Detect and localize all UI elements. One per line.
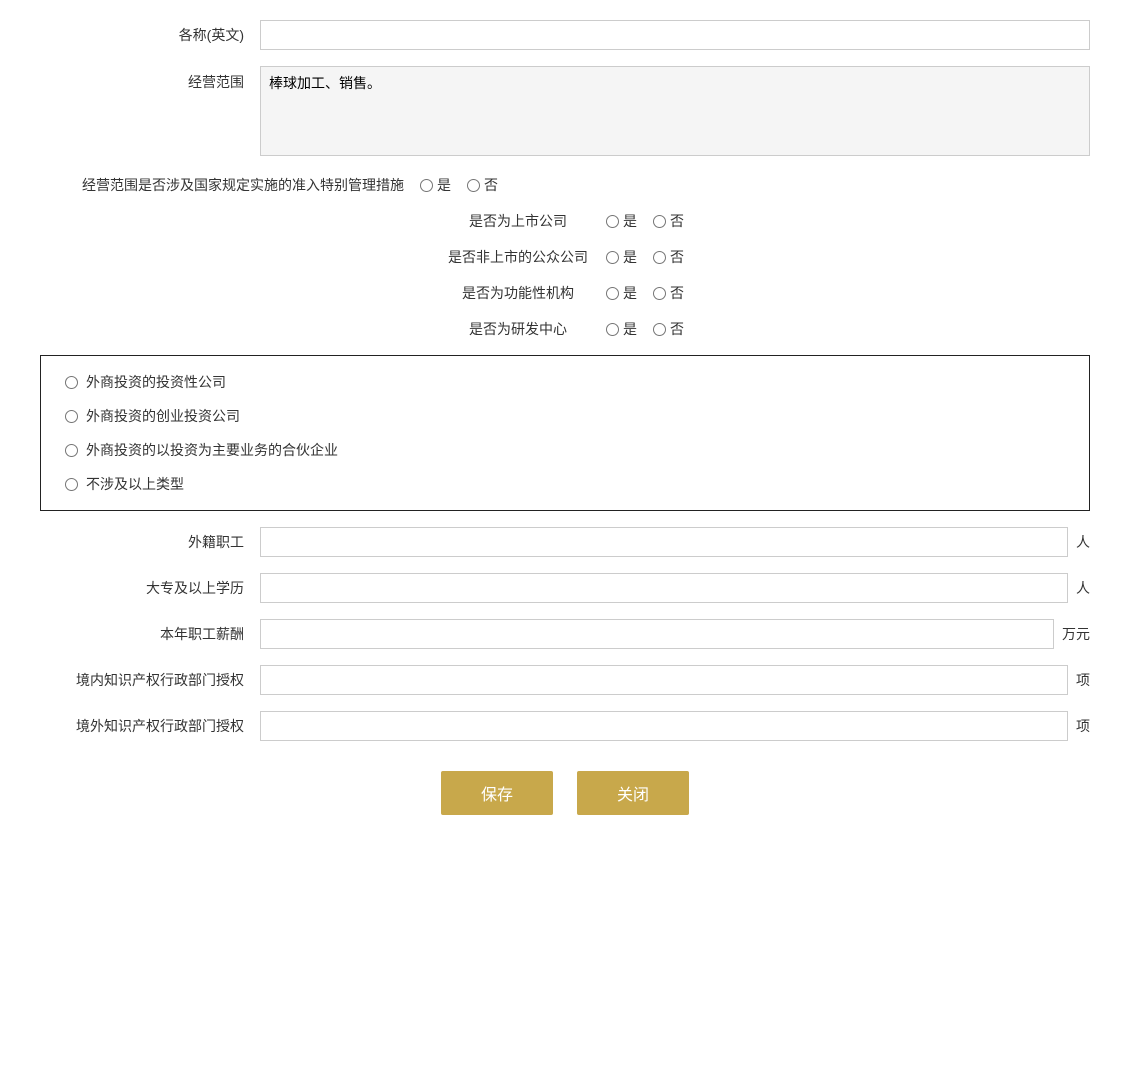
- annual-salary-input[interactable]: [260, 619, 1054, 649]
- college-degree-row: 大专及以上学历 人: [40, 573, 1090, 603]
- annual-salary-unit: 万元: [1062, 624, 1090, 644]
- save-button[interactable]: 保存: [441, 771, 553, 815]
- functional-institution-row: 是否为功能性机构 是 否: [40, 283, 1090, 303]
- investment-option-0[interactable]: 外商投资的投资性公司: [65, 372, 1065, 392]
- college-degree-label: 大专及以上学历: [40, 578, 260, 598]
- functional-institution-label: 是否为功能性机构: [446, 283, 606, 303]
- annual-salary-label: 本年职工薪酬: [40, 624, 260, 644]
- name-en-row: 各称(英文): [40, 20, 1090, 50]
- name-en-label: 各称(英文): [40, 25, 260, 45]
- non-listed-public-radio-group: 是 否: [606, 247, 684, 267]
- domestic-ip-input[interactable]: [260, 665, 1068, 695]
- non-listed-public-yes[interactable]: 是: [606, 247, 637, 267]
- rd-center-label: 是否为研发中心: [446, 319, 606, 339]
- foreign-employees-input[interactable]: [260, 527, 1068, 557]
- special-management-yes[interactable]: 是: [420, 175, 451, 195]
- domestic-ip-label: 境内知识产权行政部门授权: [40, 670, 260, 690]
- college-degree-input[interactable]: [260, 573, 1068, 603]
- foreign-ip-row: 境外知识产权行政部门授权 项: [40, 711, 1090, 741]
- business-scope-row: 经营范围 棒球加工、销售。: [40, 66, 1090, 159]
- business-scope-label: 经营范围: [40, 66, 260, 92]
- foreign-ip-input[interactable]: [260, 711, 1068, 741]
- business-scope-wrapper: 棒球加工、销售。: [260, 66, 1090, 159]
- listed-company-no[interactable]: 否: [653, 211, 684, 231]
- domestic-ip-row: 境内知识产权行政部门授权 项: [40, 665, 1090, 695]
- listed-company-row: 是否为上市公司 是 否: [40, 211, 1090, 231]
- non-listed-public-no[interactable]: 否: [653, 247, 684, 267]
- investment-option-3[interactable]: 不涉及以上类型: [65, 474, 1065, 494]
- functional-institution-radio-group: 是 否: [606, 283, 684, 303]
- close-button[interactable]: 关闭: [577, 771, 689, 815]
- domestic-ip-unit: 项: [1076, 670, 1090, 690]
- button-row: 保存 关闭: [40, 771, 1090, 815]
- foreign-ip-unit: 项: [1076, 716, 1090, 736]
- functional-institution-yes[interactable]: 是: [606, 283, 637, 303]
- special-management-label: 经营范围是否涉及国家规定实施的准入特别管理措施: [40, 175, 420, 195]
- special-management-no[interactable]: 否: [467, 175, 498, 195]
- listed-company-yes[interactable]: 是: [606, 211, 637, 231]
- rd-center-yes[interactable]: 是: [606, 319, 637, 339]
- college-degree-unit: 人: [1076, 578, 1090, 598]
- name-en-input[interactable]: [260, 20, 1090, 50]
- rd-center-radio-group: 是 否: [606, 319, 684, 339]
- listed-company-label: 是否为上市公司: [446, 211, 606, 231]
- rd-center-row: 是否为研发中心 是 否: [40, 319, 1090, 339]
- investment-type-box: 外商投资的投资性公司 外商投资的创业投资公司 外商投资的以投资为主要业务的合伙企…: [40, 355, 1090, 511]
- functional-institution-no[interactable]: 否: [653, 283, 684, 303]
- rd-center-no[interactable]: 否: [653, 319, 684, 339]
- special-management-radio-group: 是 否: [420, 175, 498, 195]
- business-scope-textarea[interactable]: 棒球加工、销售。: [260, 66, 1090, 156]
- investment-option-1[interactable]: 外商投资的创业投资公司: [65, 406, 1065, 426]
- investment-option-2[interactable]: 外商投资的以投资为主要业务的合伙企业: [65, 440, 1065, 460]
- non-listed-public-label: 是否非上市的公众公司: [446, 247, 606, 267]
- foreign-employees-unit: 人: [1076, 532, 1090, 552]
- foreign-ip-label: 境外知识产权行政部门授权: [40, 716, 260, 736]
- non-listed-public-row: 是否非上市的公众公司 是 否: [40, 247, 1090, 267]
- special-management-row: 经营范围是否涉及国家规定实施的准入特别管理措施 是 否: [40, 175, 1090, 195]
- annual-salary-row: 本年职工薪酬 万元: [40, 619, 1090, 649]
- foreign-employees-row: 外籍职工 人: [40, 527, 1090, 557]
- listed-company-radio-group: 是 否: [606, 211, 684, 231]
- foreign-employees-label: 外籍职工: [40, 532, 260, 552]
